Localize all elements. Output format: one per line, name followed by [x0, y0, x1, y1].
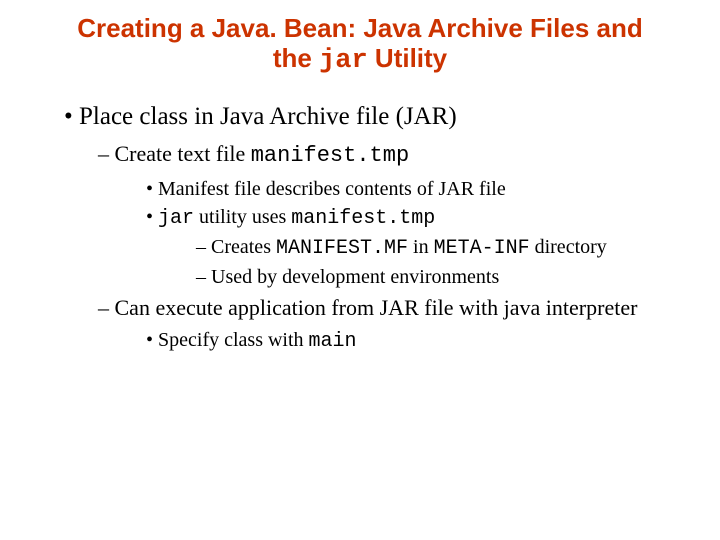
- b3b-mid: utility uses: [194, 206, 291, 228]
- bullet-level2: Create text file manifest.tmp: [98, 140, 692, 170]
- slide: Creating a Java. Bean: Java Archive File…: [0, 0, 720, 355]
- bullet-level3: Manifest file describes contents of JAR …: [146, 176, 692, 202]
- bullet-level4: Used by development environments: [196, 264, 692, 290]
- title-line2-pre: the: [273, 43, 319, 73]
- title-line2-mono: jar: [319, 46, 368, 76]
- b3a-text: Manifest file describes contents of JAR …: [158, 178, 506, 200]
- b3c-mono: main: [309, 330, 357, 353]
- b4a-mono2: META-INF: [434, 237, 530, 260]
- title-line2-post: Utility: [368, 43, 447, 73]
- b3b-mono1: jar: [158, 207, 194, 230]
- b4a-pre: Creates: [211, 236, 276, 258]
- slide-title: Creating a Java. Bean: Java Archive File…: [28, 14, 692, 77]
- b2b-text: Can execute application from JAR file wi…: [115, 295, 638, 320]
- bullet-level1: Place class in Java Archive file (JAR): [64, 101, 692, 132]
- bullet-level4: Creates MANIFEST.MF in META-INF director…: [196, 234, 692, 262]
- bullet-level3: Specify class with main: [146, 327, 692, 355]
- b1-text: Place class in Java Archive file (JAR): [79, 103, 457, 130]
- b2a-mono: manifest.tmp: [251, 143, 409, 168]
- b3b-mono2: manifest.tmp: [291, 207, 435, 230]
- b4a-post: directory: [530, 236, 607, 258]
- bullet-level2: Can execute application from JAR file wi…: [98, 294, 692, 322]
- b4a-mono1: MANIFEST.MF: [276, 237, 408, 260]
- b3c-pre: Specify class with: [158, 329, 309, 351]
- b4a-mid: in: [408, 236, 434, 258]
- title-line1: Creating a Java. Bean: Java Archive File…: [77, 13, 643, 43]
- b4b-text: Used by development environments: [211, 266, 499, 288]
- bullet-level3: jar utility uses manifest.tmp: [146, 204, 692, 232]
- b2a-pre: Create text file: [115, 141, 251, 166]
